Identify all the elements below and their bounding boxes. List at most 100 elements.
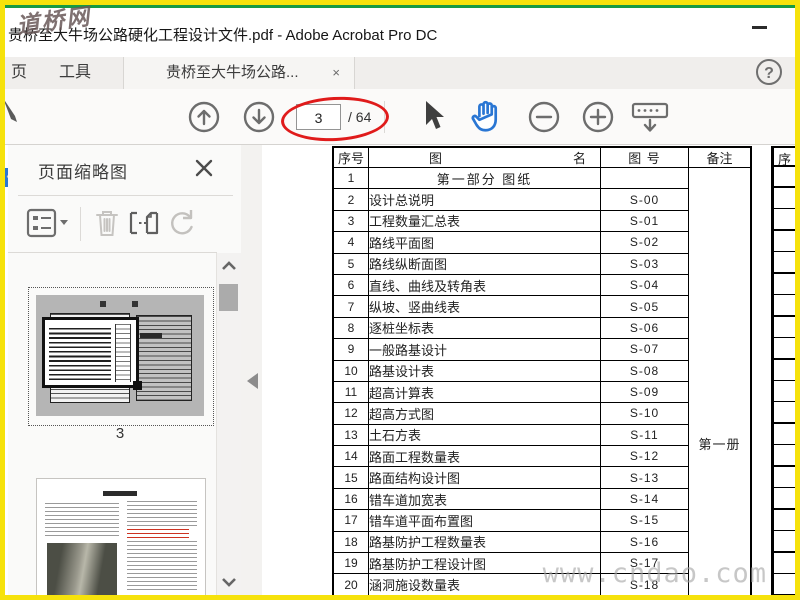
table-row: 4 路线平面图 S-02 (332, 231, 751, 254)
tab-document-label: 贵桥至大牛场公路... (166, 64, 299, 81)
header-name: 图 名 (368, 146, 601, 168)
viewport-resize-handle[interactable] (133, 381, 142, 390)
cell-name: 路线纵断面图 (368, 252, 601, 275)
table-row: 9 一般路基设计 S-07 (332, 338, 751, 361)
cell-name: 路基防护工程数量表 (368, 530, 601, 554)
header-remark: 备注 (688, 146, 752, 168)
table-row: 7 纵坡、竖曲线表 S-05 (332, 295, 751, 318)
toolbar-separator (384, 101, 385, 133)
cell-code: S-02 (600, 231, 689, 254)
panel-close-icon[interactable] (195, 159, 213, 177)
catalog-table-body: 1 第一部分 图纸 第一册 2 设计总说明 S-00 3 工程数量汇总表 S-01 4 路线平面图 S… (332, 166, 752, 597)
cell-no: 13 (332, 423, 369, 447)
table-row: 18 路基防护工程数量表 S-16 (332, 530, 751, 554)
page-thumbnails-panel: 页面缩略图 3 (8, 145, 242, 600)
cell-code: S-15 (600, 509, 689, 532)
tab-document[interactable]: 贵桥至大牛场公路... × (123, 57, 355, 89)
next-page-button[interactable] (242, 100, 276, 134)
main-toolbar: 3 / 64 (5, 89, 795, 145)
cell-no: 9 (332, 338, 369, 361)
cell-code: S-09 (600, 380, 689, 404)
cell-no: 2 (332, 188, 369, 211)
table-row: 12 超高方式图 S-10 (332, 402, 751, 425)
cell-no: 15 (332, 466, 369, 489)
thumbnail-page-3-preview (36, 295, 204, 416)
zoom-out-button[interactable] (527, 100, 561, 134)
cell-code: S-05 (600, 295, 689, 318)
cell-name: 土石方表 (368, 423, 601, 447)
watermark-bottom-right: www.cndao.com (542, 558, 767, 589)
table-row: 10 路基设计表 S-08 (332, 359, 751, 382)
thumbnail-page-3-selected[interactable] (28, 287, 214, 426)
tab-close-icon[interactable]: × (332, 57, 340, 89)
cell-code: S-14 (600, 487, 689, 511)
table-row: 3 工程数量汇总表 S-01 (332, 209, 751, 233)
cell-no: 19 (332, 552, 369, 575)
cell-name: 设计总说明 (368, 188, 601, 211)
scrollbar-thumb[interactable] (219, 284, 238, 311)
header-code: 图 号 (600, 146, 689, 168)
cell-name: 错车道平面布置图 (368, 509, 601, 532)
thumbnails-scrollbar[interactable] (216, 253, 241, 595)
cell-no: 12 (332, 402, 369, 425)
cell-code: S-06 (600, 316, 689, 340)
cell-code: S-11 (600, 423, 689, 447)
tab-tools[interactable]: 工具 (53, 57, 97, 89)
table-row: 16 错车道加宽表 S-14 (332, 487, 751, 511)
thumbnail-options-icon[interactable] (26, 207, 70, 239)
delete-pages-icon[interactable] (92, 207, 122, 239)
cell-name: 超高方式图 (368, 402, 601, 425)
clipped-tool-icon (5, 94, 21, 124)
cell-no: 17 (332, 509, 369, 532)
scroll-up-icon[interactable] (220, 259, 238, 273)
tab-home[interactable]: 页 (7, 57, 31, 89)
cell-name: 一般路基设计 (368, 338, 601, 361)
cell-no: 20 (332, 573, 369, 597)
page-display-toolbar-icon[interactable] (631, 102, 671, 134)
page-number-input[interactable]: 3 (296, 104, 341, 130)
cell-code: S-03 (600, 252, 689, 275)
cell-code: S-01 (600, 209, 689, 233)
thumbnail-page-4[interactable] (36, 478, 206, 600)
zoom-in-button[interactable] (581, 100, 615, 134)
help-icon[interactable]: ? (756, 59, 782, 85)
cell-name: 工程数量汇总表 (368, 209, 601, 233)
minimize-button[interactable] (752, 26, 767, 29)
panel-gutter (241, 145, 262, 595)
table-row: 5 路线纵断面图 S-03 (332, 252, 751, 275)
acrobat-window: 贵桥至大牛场公路硬化工程设计文件.pdf - Adobe Acrobat Pro… (0, 0, 800, 600)
hand-tool-icon[interactable] (468, 97, 506, 135)
cell-name: 路线平面图 (368, 231, 601, 254)
cell-code: S-04 (600, 273, 689, 297)
green-top-strip (5, 3, 795, 8)
cell-name: 路面工程数量表 (368, 445, 601, 468)
table-row: 8 逐桩坐标表 S-06 (332, 316, 751, 340)
header-no: 序号 (332, 146, 369, 168)
cell-name: 路基设计表 (368, 359, 601, 382)
title-bar: 贵桥至大牛场公路硬化工程设计文件.pdf - Adobe Acrobat Pro… (5, 8, 795, 57)
cell-code: S-12 (600, 445, 689, 468)
table-row: 14 路面工程数量表 S-12 (332, 445, 751, 468)
cell-no: 1 (332, 166, 369, 190)
next-catalog-table-partial: 序 (771, 146, 795, 595)
previous-page-button[interactable] (187, 100, 221, 134)
drawing-catalog-table: 序号 图 名 图 号 备注 1 第一部分 图纸 第一册 2 设计总说明 S-00 3 工程数量… (332, 146, 752, 597)
table-row: 17 错车道平面布置图 S-15 (332, 509, 751, 532)
table-header-row: 序号 图 名 图 号 备注 (332, 146, 752, 168)
extract-pages-icon[interactable] (127, 207, 161, 239)
cell-no: 18 (332, 530, 369, 554)
thumbnail-page-number: 3 (115, 425, 125, 442)
cell-code: S-13 (600, 466, 689, 489)
document-page: 序号 图 名 图 号 备注 1 第一部分 图纸 第一册 2 设计总说明 S-00 3 工程数量… (262, 145, 795, 597)
scroll-down-icon[interactable] (220, 575, 238, 589)
cell-name: 错车道加宽表 (368, 487, 601, 511)
selection-arrow-icon[interactable] (418, 98, 446, 132)
tab-bar: 页 工具 贵桥至大牛场公路... × ? (5, 57, 795, 90)
cell-code: S-07 (600, 338, 689, 361)
table-row: 6 直线、曲线及转角表 S-04 (332, 273, 751, 297)
panel-toolbar-separator (80, 207, 81, 241)
cell-name: 逐桩坐标表 (368, 316, 601, 340)
collapse-panel-arrow[interactable] (247, 373, 258, 389)
rotate-counterclockwise-icon[interactable] (165, 207, 197, 239)
thumbnail-viewport-rectangle[interactable] (42, 317, 139, 388)
